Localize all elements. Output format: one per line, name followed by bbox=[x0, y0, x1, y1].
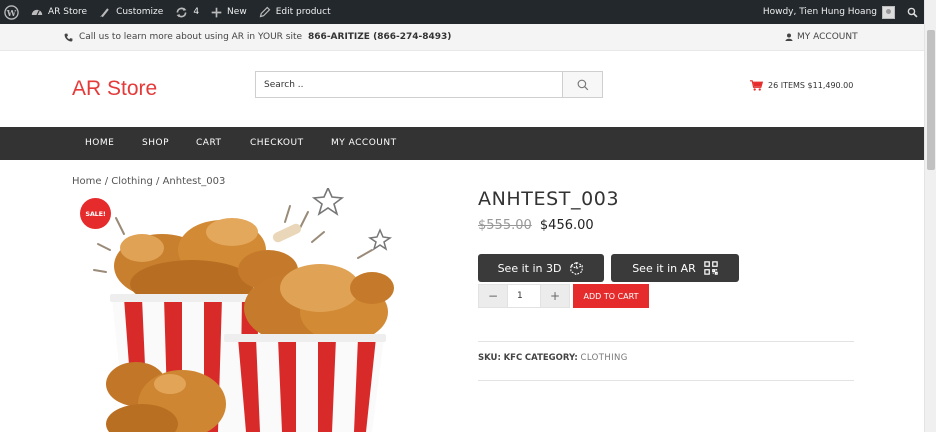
admin-customize-label: Customize bbox=[116, 7, 164, 17]
product-image[interactable] bbox=[72, 188, 450, 432]
updates-icon bbox=[176, 7, 187, 17]
svg-text:W: W bbox=[6, 7, 17, 17]
sku-value: KFC bbox=[503, 353, 523, 363]
admin-bar: W AR Store Customize 4 New Edit product … bbox=[0, 0, 924, 24]
wordpress-logo-icon[interactable]: W bbox=[0, 0, 25, 24]
header-cart-link[interactable]: 26 ITEMS $11,490.00 bbox=[750, 80, 853, 91]
scrollbar-thumb[interactable] bbox=[927, 30, 935, 170]
admin-new-label: New bbox=[227, 7, 247, 17]
product-meta: SKU: KFC CATEGORY: CLOTHING bbox=[478, 353, 628, 363]
star-outline-large bbox=[311, 188, 345, 216]
search-button[interactable] bbox=[562, 72, 602, 97]
admin-new-link[interactable]: New bbox=[205, 0, 253, 24]
breadcrumb[interactable]: Home / Clothing / Anhtest_003 bbox=[72, 176, 225, 187]
call-info: Call us to learn more about using AR in … bbox=[64, 32, 451, 42]
search-form bbox=[255, 71, 603, 98]
star-outline-small bbox=[367, 228, 393, 251]
quantity-plus-button[interactable]: + bbox=[541, 285, 569, 307]
quantity-stepper: − 1 + bbox=[478, 284, 570, 308]
phone-icon bbox=[64, 33, 73, 41]
see-in-3d-label: See it in 3D bbox=[497, 261, 562, 275]
dashboard-icon bbox=[31, 9, 43, 16]
top-account-link[interactable]: MY ACCOUNT bbox=[785, 32, 858, 42]
admin-customize-link[interactable]: Customize bbox=[93, 0, 169, 24]
page-scrollbar[interactable] bbox=[924, 0, 936, 432]
category-link[interactable]: CLOTHING bbox=[580, 353, 627, 363]
call-text: Call us to learn more about using AR in … bbox=[79, 32, 303, 42]
brush-icon bbox=[99, 8, 109, 18]
top-info-bar: Call us to learn more about using AR in … bbox=[0, 24, 924, 51]
product-price: $555.00 $456.00 bbox=[478, 218, 594, 233]
divider-bottom bbox=[478, 380, 854, 381]
admin-site-label: AR Store bbox=[48, 7, 88, 17]
pencil-icon bbox=[259, 6, 271, 18]
page: W AR Store Customize 4 New Edit product … bbox=[0, 0, 936, 432]
nav-item-checkout[interactable]: CHECKOUT bbox=[250, 127, 304, 160]
nav-item-home[interactable]: HOME bbox=[85, 127, 114, 160]
user-icon bbox=[785, 33, 793, 41]
see-in-ar-label: See it in AR bbox=[632, 261, 696, 275]
nav-item-shop[interactable]: SHOP bbox=[142, 127, 169, 160]
fried-chicken-illustration bbox=[93, 188, 394, 432]
category-label: CATEGORY: bbox=[524, 353, 578, 363]
add-to-cart-button[interactable]: ADD TO CART bbox=[573, 284, 649, 308]
cart-summary-text: 26 ITEMS $11,490.00 bbox=[768, 81, 854, 90]
admin-user-menu[interactable]: Howdy, Tien Hung Hoang bbox=[757, 0, 901, 24]
search-icon bbox=[577, 79, 588, 90]
site-logo[interactable]: AR Store bbox=[72, 77, 157, 101]
product-title: ANHTEST_003 bbox=[478, 188, 620, 210]
3d-cube-icon bbox=[570, 261, 584, 275]
bucket-right bbox=[224, 334, 386, 432]
nav-item-cart[interactable]: CART bbox=[196, 127, 222, 160]
admin-updates-count: 4 bbox=[193, 7, 200, 17]
top-account-label: MY ACCOUNT bbox=[797, 32, 858, 42]
sale-price: $456.00 bbox=[539, 218, 594, 233]
divider-top bbox=[478, 341, 854, 342]
phone-number: 866-ARITIZE (866-274-8493) bbox=[308, 32, 452, 42]
admin-edit-product-label: Edit product bbox=[275, 7, 331, 17]
see-in-3d-button[interactable]: See it in 3D bbox=[478, 254, 604, 282]
qr-code-icon bbox=[704, 261, 718, 275]
old-price: $555.00 bbox=[478, 218, 532, 233]
admin-edit-product-link[interactable]: Edit product bbox=[253, 0, 337, 24]
search-input[interactable] bbox=[256, 72, 562, 97]
nav-item-my-account[interactable]: MY ACCOUNT bbox=[331, 127, 397, 160]
admin-updates-link[interactable]: 4 bbox=[169, 0, 205, 24]
shopping-cart-icon bbox=[750, 80, 763, 91]
quantity-minus-button[interactable]: − bbox=[479, 285, 507, 307]
avatar bbox=[882, 5, 895, 19]
plus-icon bbox=[211, 7, 222, 17]
admin-site-link[interactable]: AR Store bbox=[25, 0, 93, 24]
admin-howdy-label: Howdy, Tien Hung Hoang bbox=[762, 7, 877, 17]
sale-badge: SALE! bbox=[80, 198, 111, 229]
sku-label: SKU: bbox=[478, 353, 501, 363]
main-nav: HOME SHOP CART CHECKOUT MY ACCOUNT bbox=[0, 127, 924, 160]
admin-search-icon[interactable] bbox=[901, 0, 924, 24]
see-in-ar-button[interactable]: See it in AR bbox=[611, 254, 739, 282]
quantity-input[interactable]: 1 bbox=[507, 285, 541, 307]
